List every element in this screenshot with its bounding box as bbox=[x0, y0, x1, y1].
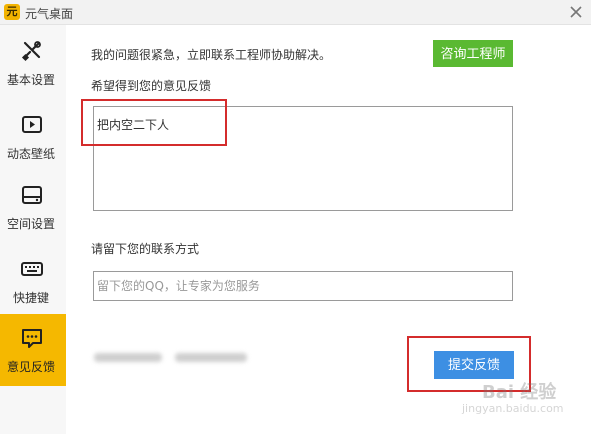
tools-icon bbox=[20, 39, 44, 63]
sidebar-item-label: 空间设置 bbox=[6, 217, 55, 231]
submit-feedback-button[interactable]: 提交反馈 bbox=[434, 351, 514, 379]
window-title: 元气桌面 bbox=[25, 7, 74, 21]
contact-label: 请留下您的联系方式 bbox=[91, 242, 200, 256]
disk-icon bbox=[20, 183, 44, 207]
sidebar-item-shortcuts[interactable]: 快捷键 bbox=[0, 245, 66, 317]
sidebar-item-space-settings[interactable]: 空间设置 bbox=[0, 171, 66, 243]
watermark: Bai 经验 jingyan.baidu.com bbox=[456, 378, 590, 430]
sidebar-item-label: 动态壁纸 bbox=[6, 147, 55, 161]
close-button[interactable] bbox=[567, 3, 585, 21]
sidebar-item-label: 快捷键 bbox=[12, 291, 49, 305]
feedback-textarea[interactable]: 把内空二下人 bbox=[93, 106, 513, 211]
urgent-help-text: 我的问题很紧急，立即联系工程师协助解决。 bbox=[91, 48, 332, 62]
consult-engineer-button[interactable]: 咨询工程师 bbox=[433, 40, 513, 67]
close-icon bbox=[570, 6, 582, 18]
watermark-sub: jingyan.baidu.com bbox=[462, 402, 564, 415]
app-logo: 元 bbox=[4, 4, 20, 20]
contact-input[interactable] bbox=[93, 271, 513, 301]
sidebar: 基本设置 动态壁纸 空间设置 快捷键 意见反馈 bbox=[0, 25, 66, 434]
feedback-bubble-icon bbox=[20, 326, 44, 350]
feedback-label: 希望得到您的意见反馈 bbox=[91, 79, 212, 93]
title-bar: 元 元气桌面 bbox=[0, 0, 591, 25]
sidebar-item-dynamic-wallpaper[interactable]: 动态壁纸 bbox=[0, 101, 66, 173]
blurred-contact-info bbox=[94, 347, 254, 362]
sidebar-item-label: 意见反馈 bbox=[6, 360, 55, 374]
keyboard-icon bbox=[20, 257, 44, 281]
watermark-main: Bai 经验 bbox=[482, 382, 557, 403]
play-screen-icon bbox=[20, 113, 44, 137]
sidebar-item-feedback[interactable]: 意见反馈 bbox=[0, 314, 66, 386]
sidebar-item-basic-settings[interactable]: 基本设置 bbox=[0, 27, 66, 99]
sidebar-item-label: 基本设置 bbox=[6, 73, 55, 87]
feedback-panel: 我的问题很紧急，立即联系工程师协助解决。 咨询工程师 希望得到您的意见反馈 把内… bbox=[66, 25, 591, 434]
